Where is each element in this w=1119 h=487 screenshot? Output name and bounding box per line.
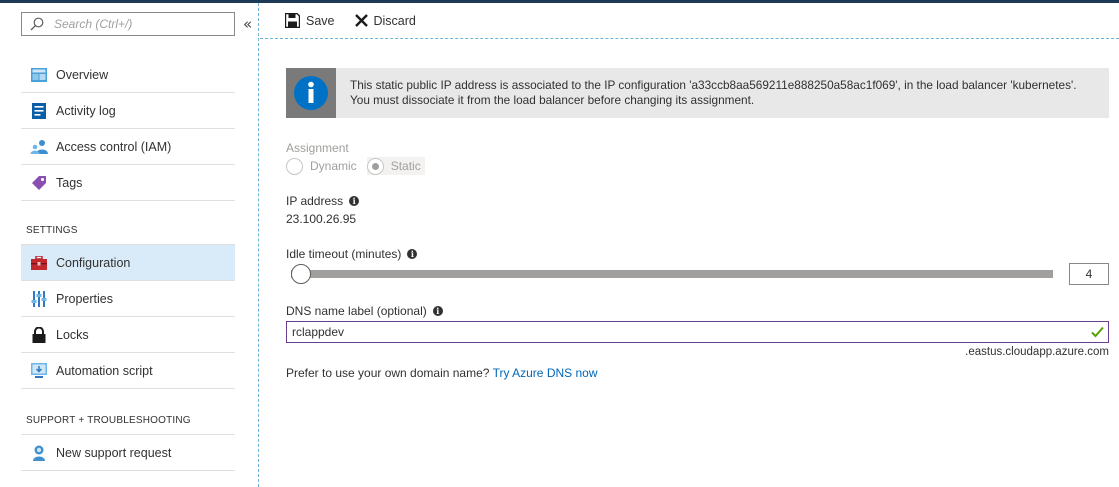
idle-timeout-label: Idle timeout (minutes) i bbox=[286, 247, 418, 261]
radio-selected-dot bbox=[371, 162, 379, 170]
info-banner-text: This static public IP address is associa… bbox=[336, 78, 1077, 108]
discard-button[interactable]: Discard bbox=[354, 13, 416, 28]
dns-name-field[interactable] bbox=[286, 321, 1109, 343]
prefer-text: Prefer to use your own domain name? bbox=[286, 366, 490, 380]
sidebar-item-configuration[interactable]: Configuration bbox=[21, 245, 235, 281]
idle-timeout-label-text: Idle timeout (minutes) bbox=[286, 247, 402, 261]
tag-icon bbox=[30, 174, 48, 192]
idle-timeout-value-box[interactable]: 4 bbox=[1069, 263, 1109, 285]
command-bar: Save Discard bbox=[260, 3, 1119, 39]
sidebar-item-label: Access control (IAM) bbox=[56, 139, 172, 154]
sidebar-item-locks[interactable]: Locks bbox=[21, 317, 235, 353]
info-icon[interactable]: i bbox=[349, 196, 360, 206]
properties-icon bbox=[30, 290, 48, 308]
search-box[interactable] bbox=[21, 12, 235, 36]
access-control-icon bbox=[30, 138, 48, 156]
dns-label-text: DNS name label (optional) bbox=[286, 304, 427, 318]
idle-timeout-slider[interactable] bbox=[291, 264, 1053, 284]
collapse-sidebar-button[interactable]: « bbox=[243, 15, 257, 33]
assignment-label: Assignment bbox=[286, 141, 349, 155]
sidebar-item-label: Automation script bbox=[56, 363, 153, 378]
dns-suffix: .eastus.cloudapp.azure.com bbox=[965, 346, 1109, 358]
sidebar-item-overview[interactable]: Overview bbox=[21, 57, 235, 93]
dns-name-input[interactable] bbox=[292, 325, 1072, 339]
sidebar-item-new-support-request[interactable]: New support request bbox=[21, 435, 235, 471]
section-title-settings: SETTINGS bbox=[26, 225, 78, 236]
info-icon bbox=[286, 68, 336, 118]
sidebar-item-label: Overview bbox=[56, 67, 109, 82]
overview-icon bbox=[30, 66, 48, 84]
assignment-static-radio[interactable]: Static bbox=[366, 157, 425, 175]
ip-address-label-text: IP address bbox=[286, 194, 344, 208]
sidebar-item-label: New support request bbox=[56, 445, 172, 460]
sidebar-item-label: Locks bbox=[56, 327, 89, 342]
sidebar-item-access-control[interactable]: Access control (IAM) bbox=[21, 129, 235, 165]
radio-circle bbox=[286, 157, 303, 175]
search-icon bbox=[30, 17, 44, 31]
support-request-icon bbox=[30, 444, 48, 462]
save-icon bbox=[285, 13, 300, 28]
activity-log-icon bbox=[30, 102, 48, 120]
try-azure-dns-link[interactable]: Try Azure DNS now bbox=[493, 366, 598, 380]
assignment-dynamic-radio[interactable]: Dynamic bbox=[286, 157, 361, 175]
sidebar-item-label: Configuration bbox=[56, 255, 131, 270]
sidebar-item-label: Properties bbox=[56, 291, 113, 306]
close-icon bbox=[354, 14, 368, 27]
sidebar-item-label: Tags bbox=[56, 175, 83, 190]
ip-address-value: 23.100.26.95 bbox=[286, 212, 357, 226]
search-input[interactable] bbox=[54, 17, 224, 31]
assignment-label-text: Assignment bbox=[286, 141, 349, 155]
configuration-icon bbox=[30, 254, 48, 272]
slider-track bbox=[291, 270, 1053, 278]
sidebar-item-automation-script[interactable]: Automation script bbox=[21, 353, 235, 389]
sidebar: « Overview Activity log Access control (… bbox=[0, 3, 259, 487]
sidebar-item-tags[interactable]: Tags bbox=[21, 165, 235, 201]
save-label: Save bbox=[306, 13, 335, 28]
lock-icon bbox=[30, 326, 48, 344]
automation-script-icon bbox=[30, 362, 48, 380]
info-banner: This static public IP address is associa… bbox=[286, 68, 1109, 118]
section-title-support: SUPPORT + TROUBLESHOOTING bbox=[26, 415, 191, 426]
dns-label: DNS name label (optional) i bbox=[286, 304, 443, 318]
radio-label: Static bbox=[390, 159, 421, 173]
azure-dns-prompt: Prefer to use your own domain name? Try … bbox=[286, 366, 598, 380]
assignment-radio-group: Dynamic Static bbox=[286, 157, 431, 175]
checkmark-icon bbox=[1091, 326, 1104, 338]
sidebar-item-properties[interactable]: Properties bbox=[21, 281, 235, 317]
save-button[interactable]: Save bbox=[285, 13, 335, 28]
radio-label: Dynamic bbox=[310, 159, 357, 173]
info-icon[interactable]: i bbox=[407, 249, 418, 259]
slider-thumb[interactable] bbox=[291, 264, 311, 284]
info-banner-line: This static public IP address is associa… bbox=[350, 78, 1077, 92]
sidebar-item-label: Activity log bbox=[56, 103, 116, 118]
info-icon[interactable]: i bbox=[432, 306, 443, 316]
sidebar-item-activity-log[interactable]: Activity log bbox=[21, 93, 235, 129]
info-banner-line: You must dissociate it from the load bal… bbox=[350, 93, 755, 107]
discard-label: Discard bbox=[373, 13, 416, 28]
ip-address-label: IP address i bbox=[286, 194, 360, 208]
radio-circle bbox=[366, 157, 384, 175]
